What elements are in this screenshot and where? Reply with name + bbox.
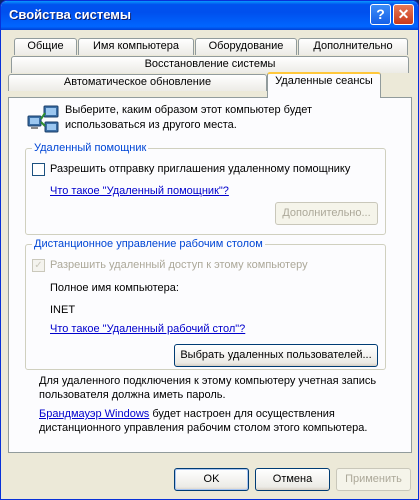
remote-desktop-title: Дистанционное управление рабочим столом bbox=[32, 238, 265, 250]
close-icon: ✕ bbox=[397, 6, 410, 22]
remote-computer-icon bbox=[26, 104, 60, 136]
remote-assistance-title: Удаленный помощник bbox=[32, 142, 149, 154]
firewall-note-line-1: Брандмауэр Windows будет настроен для ос… bbox=[39, 408, 335, 420]
tab-advanced[interactable]: Дополнительно bbox=[298, 38, 408, 55]
system-properties-window: Свойства системы ? ✕ Общие Имя компьютер… bbox=[0, 0, 419, 500]
intro-line-1: Выберите, каким образом этот компьютер б… bbox=[65, 104, 313, 116]
allow-assistance-label: Разрешить отправку приглашения удаленном… bbox=[50, 163, 351, 175]
firewall-note-rest: будет настроен для осуществления bbox=[149, 408, 335, 420]
tab-computer-name[interactable]: Имя компьютера bbox=[78, 38, 194, 55]
ok-button[interactable]: OK bbox=[174, 468, 249, 491]
firewall-note-line-2: дистанционного управления рабочим столом… bbox=[39, 422, 368, 434]
tab-remote[interactable]: Удаленные сеансы bbox=[267, 72, 381, 98]
tab-automatic-updates[interactable]: Автоматическое обновление bbox=[8, 74, 267, 91]
intro-line-2: использоваться из другого места. bbox=[65, 119, 237, 131]
tab-hardware[interactable]: Оборудование bbox=[195, 38, 297, 55]
what-is-assistance-link[interactable]: Что такое "Удаленный помощник"? bbox=[50, 185, 229, 197]
windows-firewall-link[interactable]: Брандмауэр Windows bbox=[39, 408, 149, 420]
apply-button[interactable]: Применить bbox=[336, 468, 411, 491]
computer-name-value: INET bbox=[50, 304, 76, 316]
tab-panel-remote: Выберите, каким образом этот компьютер б… bbox=[8, 97, 412, 453]
close-button[interactable]: ✕ bbox=[393, 4, 414, 25]
cancel-button[interactable]: Отмена bbox=[255, 468, 330, 491]
allow-assistance-checkbox[interactable] bbox=[32, 163, 45, 176]
help-button[interactable]: ? bbox=[370, 4, 391, 25]
tab-general[interactable]: Общие bbox=[14, 38, 77, 55]
full-computer-name-label: Полное имя компьютера: bbox=[50, 282, 179, 294]
allow-remote-desktop-label: Разрешить удаленный доступ к этому компь… bbox=[50, 259, 308, 271]
select-remote-users-button[interactable]: Выбрать удаленных пользователей... bbox=[174, 344, 378, 367]
tab-system-restore[interactable]: Восстановление системы bbox=[11, 56, 409, 73]
assistance-advanced-button[interactable]: Дополнительно... bbox=[275, 202, 378, 225]
what-is-remote-desktop-link[interactable]: Что такое "Удаленный рабочий стол"? bbox=[50, 323, 245, 335]
allow-remote-desktop-checkbox[interactable]: ✓ bbox=[32, 259, 45, 272]
window-title: Свойства системы bbox=[9, 7, 131, 22]
help-icon: ? bbox=[376, 6, 385, 22]
password-note-line-1: Для удаленного подключения к этому компь… bbox=[39, 375, 377, 387]
password-note-line-2: пользователя должна иметь пароль. bbox=[39, 389, 226, 401]
title-bar[interactable]: Свойства системы ? ✕ bbox=[1, 1, 418, 30]
